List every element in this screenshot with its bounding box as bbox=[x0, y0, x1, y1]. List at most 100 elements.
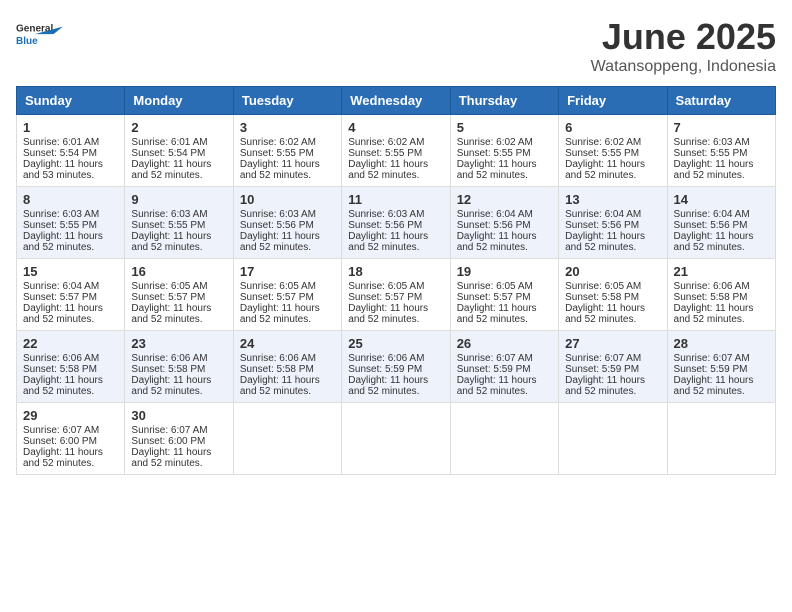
calendar-day-cell: 10 Sunrise: 6:03 AM Sunset: 5:56 PM Dayl… bbox=[233, 187, 341, 259]
day-number: 20 bbox=[565, 264, 660, 279]
month-title: June 2025 bbox=[591, 16, 776, 58]
calendar-day-cell: 18 Sunrise: 6:05 AM Sunset: 5:57 PM Dayl… bbox=[342, 259, 450, 331]
sunrise-text: Sunrise: 6:06 AM bbox=[131, 353, 207, 364]
sunset-text: Sunset: 5:57 PM bbox=[23, 292, 97, 303]
sunset-text: Sunset: 5:55 PM bbox=[565, 148, 639, 159]
sunset-text: Sunset: 5:54 PM bbox=[131, 148, 205, 159]
sunset-text: Sunset: 5:57 PM bbox=[457, 292, 531, 303]
day-number: 5 bbox=[457, 120, 552, 135]
daylight-text: Daylight: 11 hours and 52 minutes. bbox=[131, 375, 211, 397]
calendar-day-cell: 2 Sunrise: 6:01 AM Sunset: 5:54 PM Dayli… bbox=[125, 115, 233, 187]
sunset-text: Sunset: 5:59 PM bbox=[457, 364, 531, 375]
sunrise-text: Sunrise: 6:06 AM bbox=[23, 353, 99, 364]
calendar-day-cell: 16 Sunrise: 6:05 AM Sunset: 5:57 PM Dayl… bbox=[125, 259, 233, 331]
day-number: 13 bbox=[565, 192, 660, 207]
daylight-text: Daylight: 11 hours and 52 minutes. bbox=[348, 375, 428, 397]
sunrise-text: Sunrise: 6:07 AM bbox=[565, 353, 641, 364]
daylight-text: Daylight: 11 hours and 52 minutes. bbox=[565, 231, 645, 253]
sunset-text: Sunset: 5:56 PM bbox=[674, 220, 748, 231]
day-number: 6 bbox=[565, 120, 660, 135]
calendar-day-cell bbox=[450, 403, 558, 475]
daylight-text: Daylight: 11 hours and 52 minutes. bbox=[23, 303, 103, 325]
daylight-text: Daylight: 11 hours and 52 minutes. bbox=[23, 375, 103, 397]
sunset-text: Sunset: 5:55 PM bbox=[240, 148, 314, 159]
daylight-text: Daylight: 11 hours and 52 minutes. bbox=[674, 231, 754, 253]
sunset-text: Sunset: 5:59 PM bbox=[565, 364, 639, 375]
sunset-text: Sunset: 5:57 PM bbox=[131, 292, 205, 303]
calendar-header-cell: Sunday bbox=[17, 87, 125, 115]
sunrise-text: Sunrise: 6:03 AM bbox=[23, 209, 99, 220]
sunset-text: Sunset: 5:55 PM bbox=[131, 220, 205, 231]
sunset-text: Sunset: 5:56 PM bbox=[240, 220, 314, 231]
calendar-day-cell: 4 Sunrise: 6:02 AM Sunset: 5:55 PM Dayli… bbox=[342, 115, 450, 187]
calendar-day-cell: 19 Sunrise: 6:05 AM Sunset: 5:57 PM Dayl… bbox=[450, 259, 558, 331]
sunrise-text: Sunrise: 6:03 AM bbox=[131, 209, 207, 220]
day-number: 12 bbox=[457, 192, 552, 207]
daylight-text: Daylight: 11 hours and 52 minutes. bbox=[348, 303, 428, 325]
day-number: 8 bbox=[23, 192, 118, 207]
sunset-text: Sunset: 5:57 PM bbox=[240, 292, 314, 303]
calendar-day-cell: 24 Sunrise: 6:06 AM Sunset: 5:58 PM Dayl… bbox=[233, 331, 341, 403]
daylight-text: Daylight: 11 hours and 52 minutes. bbox=[348, 231, 428, 253]
calendar-week-row: 22 Sunrise: 6:06 AM Sunset: 5:58 PM Dayl… bbox=[17, 331, 776, 403]
sunrise-text: Sunrise: 6:02 AM bbox=[457, 137, 533, 148]
calendar-header-cell: Thursday bbox=[450, 87, 558, 115]
svg-text:Blue: Blue bbox=[16, 36, 38, 47]
calendar-day-cell: 11 Sunrise: 6:03 AM Sunset: 5:56 PM Dayl… bbox=[342, 187, 450, 259]
calendar-day-cell: 12 Sunrise: 6:04 AM Sunset: 5:56 PM Dayl… bbox=[450, 187, 558, 259]
daylight-text: Daylight: 11 hours and 52 minutes. bbox=[565, 375, 645, 397]
daylight-text: Daylight: 11 hours and 52 minutes. bbox=[131, 303, 211, 325]
page-header: General Blue June 2025 Watansoppeng, Ind… bbox=[16, 16, 776, 76]
daylight-text: Daylight: 11 hours and 52 minutes. bbox=[131, 159, 211, 181]
sunset-text: Sunset: 5:58 PM bbox=[131, 364, 205, 375]
sunset-text: Sunset: 5:58 PM bbox=[240, 364, 314, 375]
calendar-day-cell bbox=[559, 403, 667, 475]
day-number: 17 bbox=[240, 264, 335, 279]
sunset-text: Sunset: 5:54 PM bbox=[23, 148, 97, 159]
sunset-text: Sunset: 5:59 PM bbox=[348, 364, 422, 375]
day-number: 3 bbox=[240, 120, 335, 135]
sunrise-text: Sunrise: 6:03 AM bbox=[674, 137, 750, 148]
calendar-day-cell: 23 Sunrise: 6:06 AM Sunset: 5:58 PM Dayl… bbox=[125, 331, 233, 403]
day-number: 29 bbox=[23, 408, 118, 423]
day-number: 26 bbox=[457, 336, 552, 351]
location: Watansoppeng, Indonesia bbox=[591, 58, 776, 76]
daylight-text: Daylight: 11 hours and 52 minutes. bbox=[240, 231, 320, 253]
day-number: 4 bbox=[348, 120, 443, 135]
sunrise-text: Sunrise: 6:02 AM bbox=[565, 137, 641, 148]
calendar-day-cell: 20 Sunrise: 6:05 AM Sunset: 5:58 PM Dayl… bbox=[559, 259, 667, 331]
calendar-week-row: 15 Sunrise: 6:04 AM Sunset: 5:57 PM Dayl… bbox=[17, 259, 776, 331]
sunrise-text: Sunrise: 6:05 AM bbox=[240, 281, 316, 292]
calendar-day-cell: 22 Sunrise: 6:06 AM Sunset: 5:58 PM Dayl… bbox=[17, 331, 125, 403]
daylight-text: Daylight: 11 hours and 53 minutes. bbox=[23, 159, 103, 181]
sunset-text: Sunset: 5:57 PM bbox=[348, 292, 422, 303]
sunrise-text: Sunrise: 6:07 AM bbox=[674, 353, 750, 364]
calendar-day-cell: 6 Sunrise: 6:02 AM Sunset: 5:55 PM Dayli… bbox=[559, 115, 667, 187]
day-number: 9 bbox=[131, 192, 226, 207]
sunset-text: Sunset: 5:58 PM bbox=[565, 292, 639, 303]
day-number: 27 bbox=[565, 336, 660, 351]
daylight-text: Daylight: 11 hours and 52 minutes. bbox=[23, 231, 103, 253]
day-number: 18 bbox=[348, 264, 443, 279]
sunrise-text: Sunrise: 6:05 AM bbox=[348, 281, 424, 292]
sunset-text: Sunset: 5:59 PM bbox=[674, 364, 748, 375]
calendar-day-cell: 21 Sunrise: 6:06 AM Sunset: 5:58 PM Dayl… bbox=[667, 259, 775, 331]
sunset-text: Sunset: 5:56 PM bbox=[565, 220, 639, 231]
day-number: 24 bbox=[240, 336, 335, 351]
sunrise-text: Sunrise: 6:04 AM bbox=[674, 209, 750, 220]
calendar-day-cell: 1 Sunrise: 6:01 AM Sunset: 5:54 PM Dayli… bbox=[17, 115, 125, 187]
day-number: 22 bbox=[23, 336, 118, 351]
sunrise-text: Sunrise: 6:02 AM bbox=[348, 137, 424, 148]
sunrise-text: Sunrise: 6:06 AM bbox=[240, 353, 316, 364]
daylight-text: Daylight: 11 hours and 52 minutes. bbox=[674, 303, 754, 325]
calendar-header-cell: Friday bbox=[559, 87, 667, 115]
daylight-text: Daylight: 11 hours and 52 minutes. bbox=[240, 375, 320, 397]
calendar-day-cell: 5 Sunrise: 6:02 AM Sunset: 5:55 PM Dayli… bbox=[450, 115, 558, 187]
sunrise-text: Sunrise: 6:05 AM bbox=[457, 281, 533, 292]
sunset-text: Sunset: 5:55 PM bbox=[674, 148, 748, 159]
calendar-day-cell: 26 Sunrise: 6:07 AM Sunset: 5:59 PM Dayl… bbox=[450, 331, 558, 403]
day-number: 23 bbox=[131, 336, 226, 351]
daylight-text: Daylight: 11 hours and 52 minutes. bbox=[674, 375, 754, 397]
calendar-day-cell: 30 Sunrise: 6:07 AM Sunset: 6:00 PM Dayl… bbox=[125, 403, 233, 475]
sunrise-text: Sunrise: 6:01 AM bbox=[131, 137, 207, 148]
